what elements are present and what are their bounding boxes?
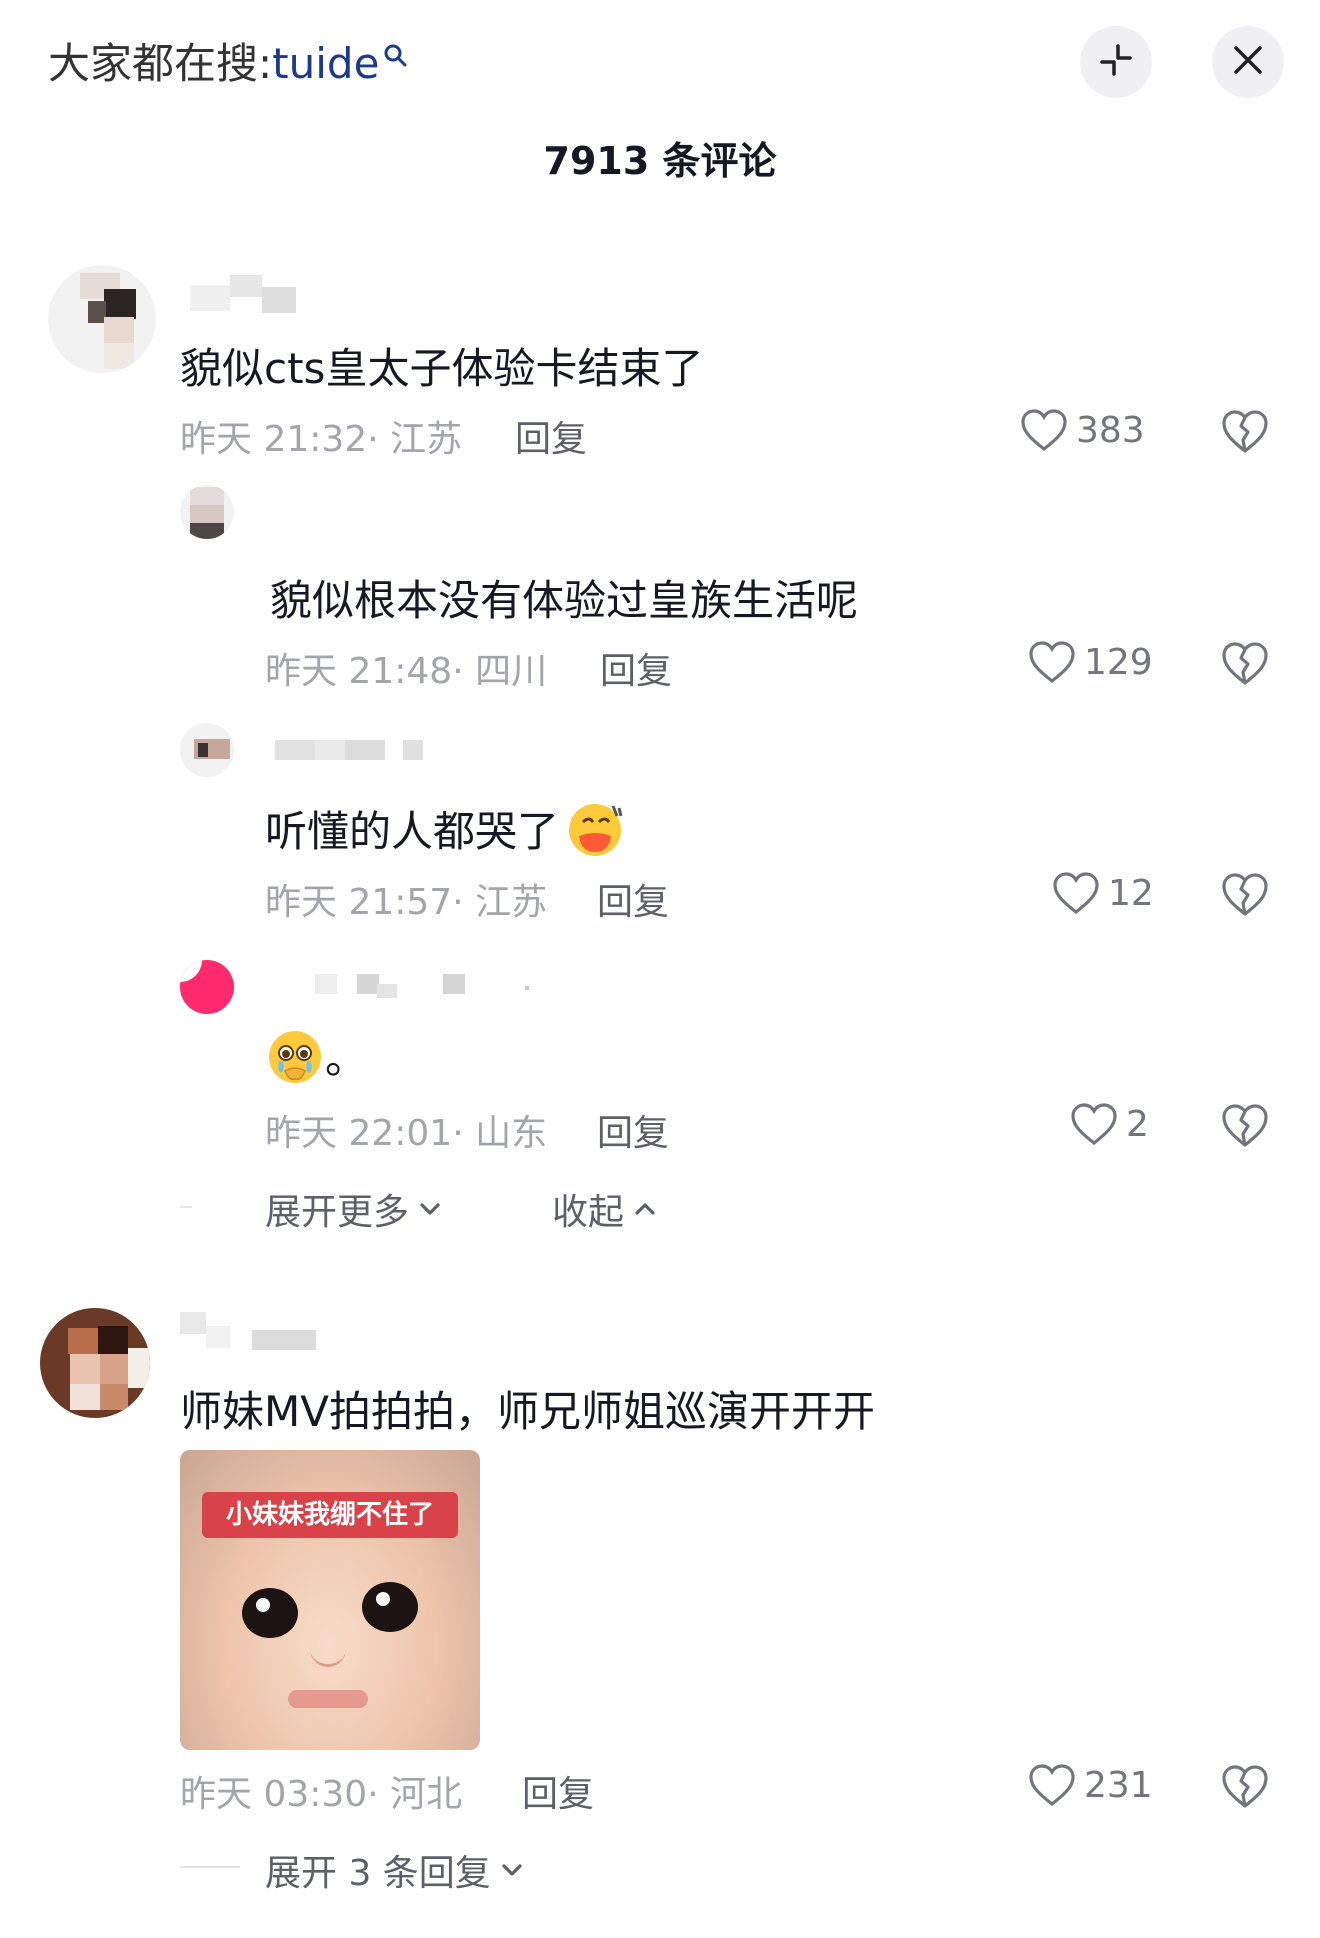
chevron-up-icon — [635, 1203, 655, 1215]
expand-more-label: 展开更多 — [265, 1192, 410, 1233]
username-redacted[interactable] — [315, 972, 535, 998]
reply-button[interactable]: 回复 — [597, 873, 669, 925]
reply-text: 听懂的人都哭了 — [265, 798, 625, 870]
like-count: 383 — [1076, 409, 1145, 451]
reply-avatar[interactable] — [180, 960, 234, 1014]
expand-replies-label: 展开 3 条回复 — [265, 1853, 491, 1894]
dislike-button[interactable] — [1220, 1102, 1270, 1152]
reply-meta: 昨天 21:48· 四川 — [265, 642, 547, 694]
sticker-caption: 小妹妹我绷不住了 — [202, 1492, 458, 1538]
expand-replies-button[interactable]: 展开 3 条回复 — [265, 1844, 527, 1896]
broken-heart-icon — [1222, 873, 1268, 916]
comment-location: · 河北 — [367, 1774, 463, 1815]
broken-heart-icon — [1222, 410, 1268, 453]
reply-location: · 江苏 — [452, 882, 548, 923]
avatar[interactable] — [40, 1308, 150, 1418]
reply-meta: 昨天 22:01· 山东 — [265, 1104, 547, 1156]
username-redacted[interactable] — [190, 275, 296, 317]
reply-button[interactable]: 回复 — [522, 1765, 594, 1817]
thread-divider — [180, 1206, 192, 1208]
search-keyword[interactable]: tuide — [272, 39, 379, 88]
comment-text: 师妹MV拍拍拍，师兄师姐巡演开开开 — [180, 1387, 875, 1436]
reply-text: 貌似根本没有体验过皇族生活呢 — [270, 576, 859, 625]
collapse-arrows-icon — [1096, 40, 1136, 84]
reply-button[interactable]: 回复 — [597, 1104, 669, 1156]
dislike-button[interactable] — [1220, 408, 1270, 458]
search-suggestion[interactable]: 大家都在搜:tuide — [48, 30, 409, 91]
reply-button[interactable]: 回复 — [600, 642, 672, 694]
reply-button[interactable]: 回复 — [515, 410, 587, 462]
heart-icon — [1029, 1764, 1075, 1807]
sweat-smile-emoji — [565, 800, 625, 870]
comment-time: 昨天 03:30 — [180, 1774, 368, 1815]
like-count: 12 — [1108, 872, 1154, 914]
chevron-down-icon — [502, 1864, 522, 1876]
reply-avatar[interactable] — [180, 723, 234, 777]
like-count: 2 — [1126, 1103, 1149, 1145]
reply-meta: 昨天 21:57· 江苏 — [265, 873, 547, 925]
search-prefix: 大家都在搜: — [48, 39, 273, 88]
collapse-label: 收起 — [552, 1192, 625, 1233]
collapse-button[interactable] — [1080, 26, 1152, 98]
broken-heart-icon — [1222, 1104, 1268, 1147]
avatar[interactable] — [48, 265, 156, 373]
chevron-down-icon — [420, 1203, 440, 1215]
reply-avatar[interactable] — [180, 485, 234, 539]
broken-heart-icon — [1222, 642, 1268, 685]
dislike-button[interactable] — [1220, 871, 1270, 921]
reply-text: 。 — [265, 1025, 367, 1097]
comment-meta: 昨天 21:32· 江苏 — [180, 410, 462, 462]
collapse-replies-button[interactable]: 收起 — [552, 1183, 660, 1235]
reply-location: · 山东 — [452, 1113, 548, 1154]
reply-location: · 四川 — [452, 651, 548, 692]
dislike-button[interactable] — [1220, 640, 1270, 690]
comment-text: 貌似cts皇太子体验卡结束了 — [180, 344, 704, 393]
heart-icon — [1021, 409, 1067, 452]
username-redacted[interactable] — [275, 740, 425, 760]
like-count: 231 — [1084, 1764, 1153, 1806]
close-button[interactable] — [1212, 26, 1284, 98]
heart-icon — [1029, 641, 1075, 684]
expand-more-button[interactable]: 展开更多 — [265, 1183, 445, 1235]
close-icon — [1230, 42, 1266, 82]
sticker-eye-left — [242, 1588, 298, 1638]
like-button[interactable]: 383 — [1020, 408, 1145, 452]
broken-heart-icon — [1222, 1765, 1268, 1808]
comment-location: · 江苏 — [367, 419, 463, 460]
reply-time: 昨天 21:48 — [265, 651, 453, 692]
like-button[interactable]: 12 — [1052, 871, 1154, 915]
sticker-image[interactable]: 小妹妹我绷不住了 — [180, 1450, 480, 1750]
like-button[interactable]: 2 — [1070, 1102, 1149, 1146]
comment-count: 7913 条评论 — [543, 139, 777, 183]
like-button[interactable]: 129 — [1028, 640, 1153, 684]
username-redacted[interactable] — [180, 1312, 320, 1352]
reply-time: 昨天 22:01 — [265, 1113, 453, 1154]
comment-time: 昨天 21:32 — [180, 419, 368, 460]
dislike-button[interactable] — [1220, 1763, 1270, 1813]
holding-back-tears-emoji — [265, 1027, 325, 1097]
thread-divider — [180, 1866, 240, 1868]
sticker-mouth — [288, 1690, 368, 1708]
like-count: 129 — [1084, 641, 1153, 683]
comment-meta: 昨天 03:30· 河北 — [180, 1765, 462, 1817]
reply-text-content: 听懂的人都哭了 — [265, 807, 560, 856]
heart-icon — [1071, 1103, 1117, 1146]
reply-text-content: 。 — [325, 1034, 368, 1083]
heart-icon — [1053, 872, 1099, 915]
reply-time: 昨天 21:57 — [265, 882, 453, 923]
sticker-nose — [310, 1646, 346, 1667]
sticker-eye-right — [362, 1582, 418, 1632]
search-icon — [383, 30, 409, 79]
like-button[interactable]: 231 — [1028, 1763, 1153, 1807]
